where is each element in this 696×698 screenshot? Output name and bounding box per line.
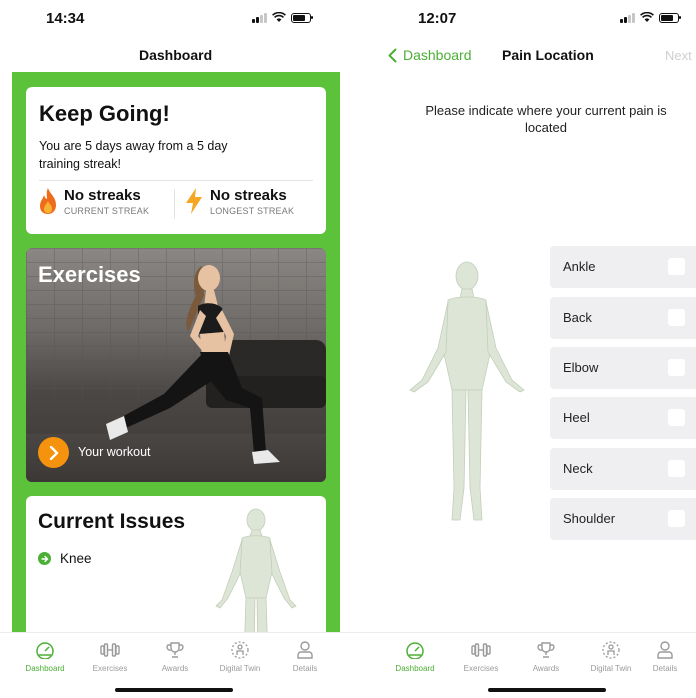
checkbox[interactable] xyxy=(668,258,685,275)
person-icon xyxy=(634,639,696,661)
current-streak: No streaks CURRENT STREAK xyxy=(38,187,149,217)
tab-digital-twin[interactable]: Digital Twin xyxy=(209,639,271,673)
status-icons xyxy=(252,12,313,23)
streak-card-subtitle: You are 5 days away from a 5 day trainin… xyxy=(39,139,228,171)
body-model-image xyxy=(409,261,525,521)
streak-card[interactable]: Keep Going! You are 5 days away from a 5… xyxy=(26,87,326,234)
issue-item[interactable]: Knee xyxy=(38,551,92,566)
checkbox[interactable] xyxy=(668,309,685,326)
home-indicator xyxy=(488,688,606,692)
dashboard-gauge-icon xyxy=(14,639,76,661)
tab-bar: Dashboard Exercises Awards Digital Twin … xyxy=(0,632,348,698)
digital-twin-icon xyxy=(209,639,271,661)
dumbbell-icon xyxy=(450,639,512,661)
status-time: 12:07 xyxy=(418,10,457,27)
chevron-right-icon xyxy=(49,445,58,460)
location-back[interactable]: Back xyxy=(550,297,696,339)
page-title: Dashboard xyxy=(139,47,213,63)
arrow-right-circle-icon xyxy=(38,552,51,565)
longest-streak-label: LONGEST STREAK xyxy=(210,206,295,216)
home-indicator xyxy=(115,688,233,692)
signal-icon xyxy=(620,12,635,23)
tab-label: Digital Twin xyxy=(590,664,632,673)
trophy-icon xyxy=(144,639,206,661)
tab-label: Details xyxy=(652,664,678,673)
checkbox[interactable] xyxy=(668,460,685,477)
tab-label: Awards xyxy=(161,664,189,673)
tab-label: Dashboard xyxy=(25,664,65,673)
tab-label: Exercises xyxy=(463,664,499,673)
your-workout-label[interactable]: Your workout xyxy=(78,445,151,459)
next-button[interactable]: Next xyxy=(665,48,692,63)
location-label: Shoulder xyxy=(563,511,616,526)
digital-twin-icon xyxy=(580,639,642,661)
location-label: Heel xyxy=(563,410,590,425)
signal-icon xyxy=(252,12,267,23)
checkbox[interactable] xyxy=(668,359,685,376)
tab-awards[interactable]: Awards xyxy=(144,639,206,673)
nav-bar: Dashboard xyxy=(0,40,348,70)
vertical-divider xyxy=(174,189,175,219)
lightning-icon xyxy=(186,188,202,214)
streak-card-title: Keep Going! xyxy=(39,101,170,126)
divider xyxy=(39,180,313,181)
exercises-title: Exercises xyxy=(38,262,141,287)
chevron-left-icon xyxy=(388,48,397,62)
tab-label: Dashboard xyxy=(395,664,435,673)
current-issues-title: Current Issues xyxy=(38,510,186,533)
tab-dashboard[interactable]: Dashboard xyxy=(14,639,76,673)
checkbox[interactable] xyxy=(668,409,685,426)
location-label: Back xyxy=(563,310,592,325)
location-label: Elbow xyxy=(563,360,599,375)
back-label[interactable]: Dashboard xyxy=(403,47,472,63)
location-heel[interactable]: Heel xyxy=(550,397,696,439)
person-icon xyxy=(274,639,336,661)
location-neck[interactable]: Neck xyxy=(550,448,696,490)
back-button[interactable]: Dashboard xyxy=(388,47,472,63)
tab-dashboard[interactable]: Dashboard xyxy=(384,639,446,673)
pain-location-screen: 12:07 Dashboard Pain Location Next Pleas… xyxy=(348,0,696,698)
location-shoulder[interactable]: Shoulder xyxy=(550,498,696,540)
tab-label: Digital Twin xyxy=(219,664,261,673)
status-bar: 14:34 xyxy=(0,0,348,36)
issue-item-label: Knee xyxy=(60,551,92,566)
location-ankle[interactable]: Ankle xyxy=(550,246,696,288)
tab-exercises[interactable]: Exercises xyxy=(79,639,141,673)
trophy-icon xyxy=(515,639,577,661)
tab-label: Awards xyxy=(532,664,560,673)
tab-bar: Dashboard Exercises Awards Digital Twin … xyxy=(348,632,696,698)
flame-icon xyxy=(40,188,56,214)
checkbox[interactable] xyxy=(668,510,685,527)
location-elbow[interactable]: Elbow xyxy=(550,347,696,389)
tab-label: Details xyxy=(292,664,318,673)
status-time: 14:34 xyxy=(46,10,85,27)
longest-streak: No streaks LONGEST STREAK xyxy=(184,187,294,217)
current-streak-label: CURRENT STREAK xyxy=(64,206,150,216)
tab-awards[interactable]: Awards xyxy=(515,639,577,673)
pain-prompt: Please indicate where your current pain … xyxy=(425,103,667,135)
location-label: Neck xyxy=(563,461,593,476)
tab-exercises[interactable]: Exercises xyxy=(450,639,512,673)
tab-digital-twin[interactable]: Digital Twin xyxy=(580,639,642,673)
status-icons xyxy=(620,12,681,23)
dashboard-screen: 14:34 Dashboard Keep Going! You are 5 da… xyxy=(0,0,348,698)
tab-details[interactable]: Details xyxy=(274,639,336,673)
battery-icon xyxy=(658,12,681,23)
location-label: Ankle xyxy=(563,259,596,274)
wifi-icon xyxy=(639,12,654,22)
dumbbell-icon xyxy=(79,639,141,661)
battery-icon xyxy=(290,12,313,23)
tab-details[interactable]: Details xyxy=(634,639,696,673)
your-workout-button[interactable] xyxy=(38,437,69,468)
tab-label: Exercises xyxy=(92,664,128,673)
current-streak-value: No streaks xyxy=(64,187,141,204)
wifi-icon xyxy=(271,12,286,22)
exercises-card[interactable]: Exercises Your workout xyxy=(26,248,326,482)
dashboard-gauge-icon xyxy=(384,639,446,661)
status-bar: 12:07 xyxy=(348,0,696,36)
page-title: Pain Location xyxy=(502,47,594,63)
longest-streak-value: No streaks xyxy=(210,187,287,204)
